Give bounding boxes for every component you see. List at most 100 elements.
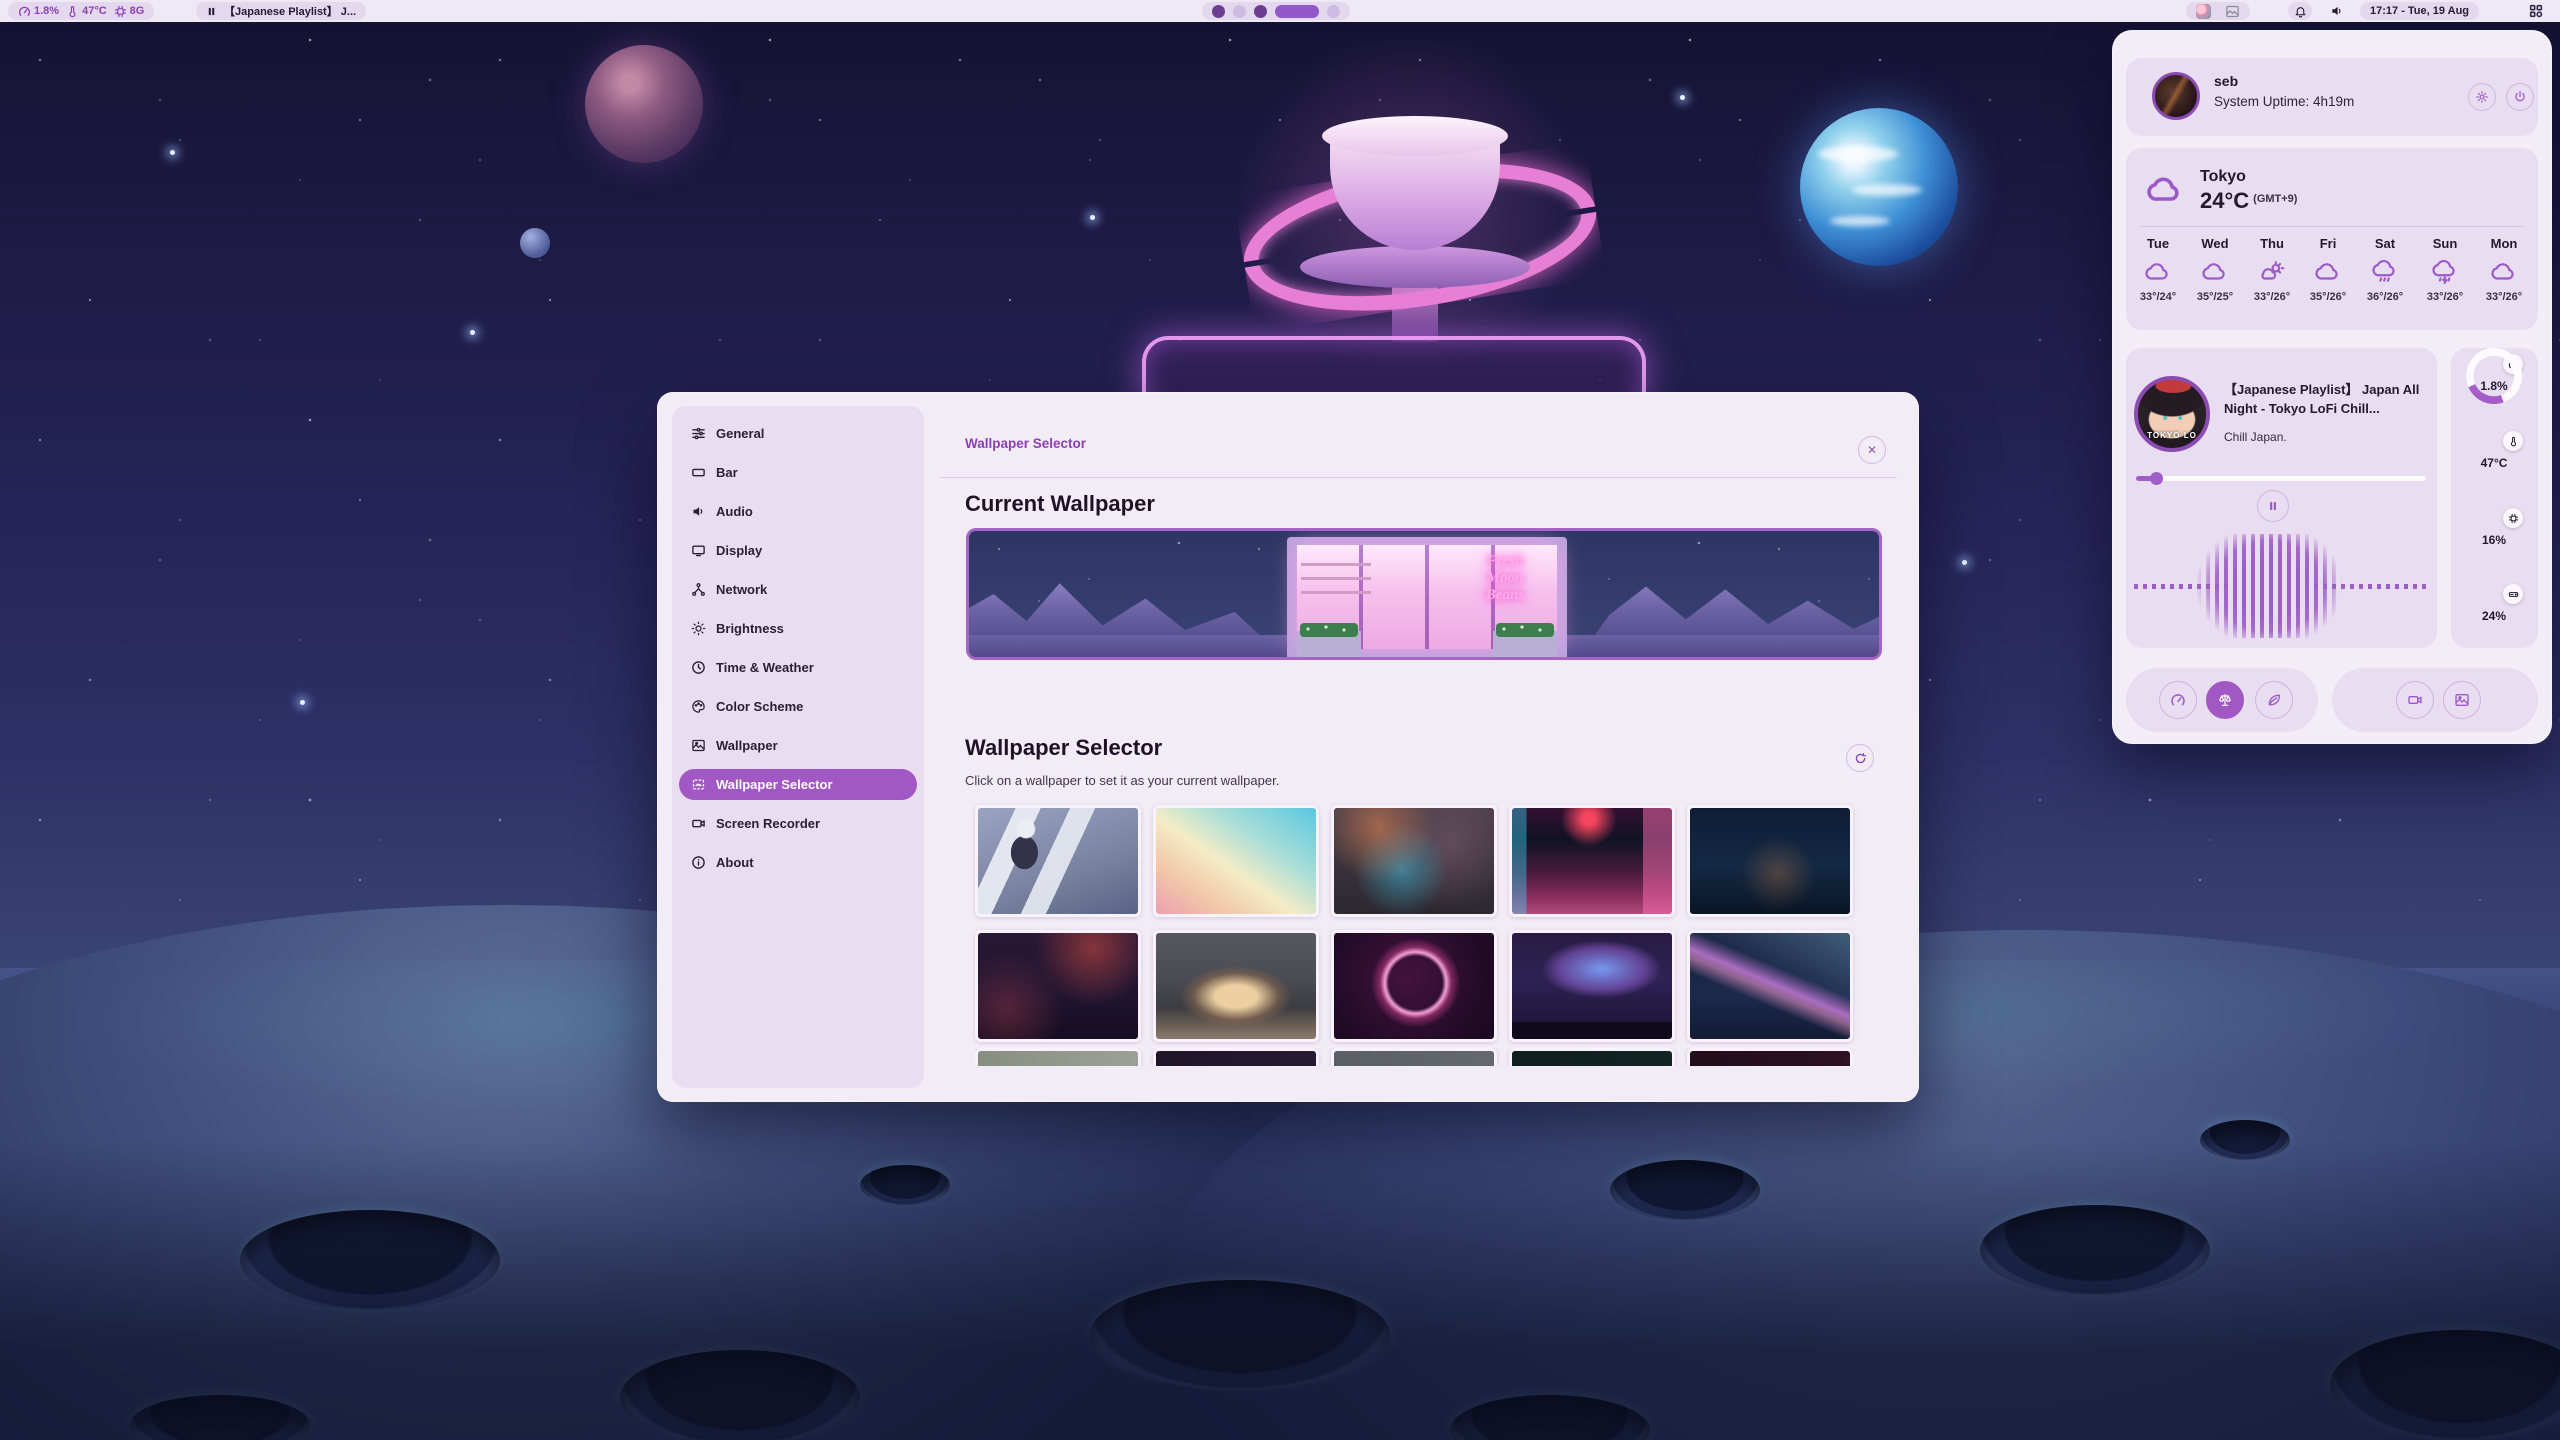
cafe-shelf — [1301, 563, 1371, 566]
current-wallpaper-preview: Fresh Moon Beans — [966, 528, 1882, 660]
progress-bar[interactable] — [2136, 476, 2426, 481]
sidebar-item-color-scheme[interactable]: Color Scheme — [679, 691, 917, 722]
tray-app-icon[interactable] — [2196, 4, 2211, 19]
rain-cloud-icon — [2372, 259, 2398, 285]
forecast-day: Fri 35°/26° — [2300, 236, 2356, 303]
workspace-indicator — [1202, 2, 1350, 20]
sidebar-item-audio[interactable]: Audio — [679, 496, 917, 527]
wallpaper-thumb-neon-arcade[interactable] — [1509, 805, 1675, 917]
system-stats-pill[interactable]: 1.8% 47°C 8G — [8, 2, 154, 20]
wallpaper-thumb-anime-crosswalk[interactable] — [975, 805, 1141, 917]
weather-card: Tokyo 24°C(GMT+9) Tue 33°/24° Wed 35°/25… — [2126, 148, 2538, 330]
refresh-icon — [1854, 752, 1867, 765]
top-bar: 1.8% 47°C 8G 【Japanese Playlist】 J... — [0, 0, 2560, 22]
workspace-dot[interactable] — [1233, 5, 1246, 18]
power-button[interactable] — [2506, 83, 2534, 111]
video-icon — [2407, 692, 2423, 708]
sidebar-item-about[interactable]: About — [679, 847, 917, 878]
wallpaper-thumb-dark-forest[interactable] — [1687, 805, 1853, 917]
planter — [1493, 631, 1557, 657]
wallpaper-thumb-tokyo-cafe[interactable] — [1153, 930, 1319, 1042]
brightness-icon — [691, 621, 706, 636]
sidebar-item-wallpaper[interactable]: Wallpaper — [679, 730, 917, 761]
media-artist: Chill Japan. — [2224, 430, 2287, 444]
sidebar-item-network[interactable]: Network — [679, 574, 917, 605]
weather-temp: 24°C(GMT+9) — [2200, 188, 2297, 214]
sidebar-item-wallpaper-selector[interactable]: Wallpaper Selector — [679, 769, 917, 800]
sidebar-item-bar[interactable]: Bar — [679, 457, 917, 488]
sidebar-item-brightness[interactable]: Brightness — [679, 613, 917, 644]
gauge-icon — [2170, 692, 2186, 708]
memory-stat: 8G — [114, 5, 145, 18]
screen-record-button[interactable] — [2396, 681, 2434, 719]
chip-icon — [114, 5, 127, 18]
side-panel: seb System Uptime: 4h19m Tokyo 24°C(GMT+… — [2112, 30, 2552, 744]
gear-icon — [2475, 90, 2489, 104]
info-icon — [691, 855, 706, 870]
tray-image-icon[interactable] — [2225, 4, 2240, 19]
powersave-mode-button[interactable] — [2255, 681, 2293, 719]
play-pause-button[interactable] — [2257, 490, 2289, 522]
wallpaper-grid-row-3-clipped — [975, 1048, 1853, 1066]
wallpaper-thumb-grey-landscape[interactable] — [1331, 1048, 1497, 1066]
settings-button[interactable] — [2468, 83, 2496, 111]
wallpaper-thumb-crimson-forest[interactable] — [975, 930, 1141, 1042]
sidebar-item-display[interactable]: Display — [679, 535, 917, 566]
wallpaper-thumb-blurred-teal-orange[interactable] — [1331, 805, 1497, 917]
wallpaper-thumb-dark-maroon[interactable] — [1687, 1048, 1853, 1066]
forecast-day: Tue 33°/24° — [2130, 236, 2186, 303]
sidebar-item-time-weather[interactable]: Time & Weather — [679, 652, 917, 683]
wallpaper-thumb-eclipse-ring[interactable] — [1331, 930, 1497, 1042]
wallpaper-thumb-nebula[interactable] — [1509, 930, 1675, 1042]
wallpaper-thumb-wireframe-wave[interactable] — [1687, 930, 1853, 1042]
clock-pill[interactable]: 17:17 - Tue, 19 Aug — [2360, 2, 2479, 20]
neon-sign-text: Fresh Moon Beans — [1457, 553, 1553, 604]
bar-icon — [691, 465, 706, 480]
settings-window: General Bar Audio Display Network Bright… — [657, 392, 1919, 1102]
bright-star — [170, 150, 175, 155]
workspace-dot[interactable] — [1327, 5, 1340, 18]
wallpaper-thumb-green-field[interactable] — [975, 1048, 1141, 1066]
bright-star — [1962, 560, 1967, 565]
progress-knob[interactable] — [2150, 472, 2163, 485]
gauge-icon — [18, 5, 31, 18]
balanced-mode-button[interactable] — [2206, 681, 2244, 719]
thermometer-icon — [2503, 431, 2523, 451]
performance-mode-button[interactable] — [2159, 681, 2197, 719]
forecast-day: Sun 33°/26° — [2417, 236, 2473, 303]
wallpaper-thumb-dark-teal[interactable] — [1509, 1048, 1675, 1066]
apps-grid-icon[interactable] — [2528, 3, 2544, 19]
cafe-shelf — [1301, 577, 1371, 580]
preview-cafe: Fresh Moon Beans — [1287, 537, 1567, 657]
workspace-dot[interactable] — [1212, 5, 1225, 18]
wallpaper-button[interactable] — [2443, 681, 2481, 719]
wallpaper-icon — [691, 738, 706, 753]
wallpaper-thumb-pastel-gradient[interactable] — [1153, 805, 1319, 917]
system-uptime: System Uptime: 4h19m — [2214, 94, 2354, 109]
audio-icon — [691, 504, 706, 519]
media-pill[interactable]: 【Japanese Playlist】 J... — [196, 2, 366, 20]
close-button[interactable]: ✕ — [1858, 436, 1886, 464]
workspace-dot[interactable] — [1254, 5, 1267, 18]
purple-planet — [585, 45, 703, 163]
volume-icon[interactable] — [2330, 4, 2344, 18]
sidebar-item-general[interactable]: General — [679, 418, 917, 449]
cup-rim — [1322, 116, 1508, 156]
audio-visualizer — [2134, 534, 2428, 638]
foreground-shadow — [0, 1140, 2560, 1440]
refresh-button[interactable] — [1846, 744, 1874, 772]
weather-divider — [2140, 226, 2524, 227]
cloud-icon — [2202, 259, 2228, 285]
tray-pill — [2186, 2, 2250, 20]
wallpaper-grid-row-2 — [975, 930, 1853, 1042]
notification-bell[interactable] — [2288, 2, 2312, 20]
wallpaper-thumb-pink-trees[interactable] — [1153, 1048, 1319, 1066]
cup-saucer — [1300, 246, 1530, 288]
sidebar-item-screen-recorder[interactable]: Screen Recorder — [679, 808, 917, 839]
user-card: seb System Uptime: 4h19m — [2126, 58, 2538, 136]
cloud-icon — [2315, 259, 2341, 285]
workspace-dot-active[interactable] — [1275, 5, 1319, 18]
album-art-label: TOKYO LO — [2138, 431, 2206, 440]
close-icon: ✕ — [1867, 443, 1877, 457]
cpu-stat: 1.8% — [18, 5, 59, 18]
